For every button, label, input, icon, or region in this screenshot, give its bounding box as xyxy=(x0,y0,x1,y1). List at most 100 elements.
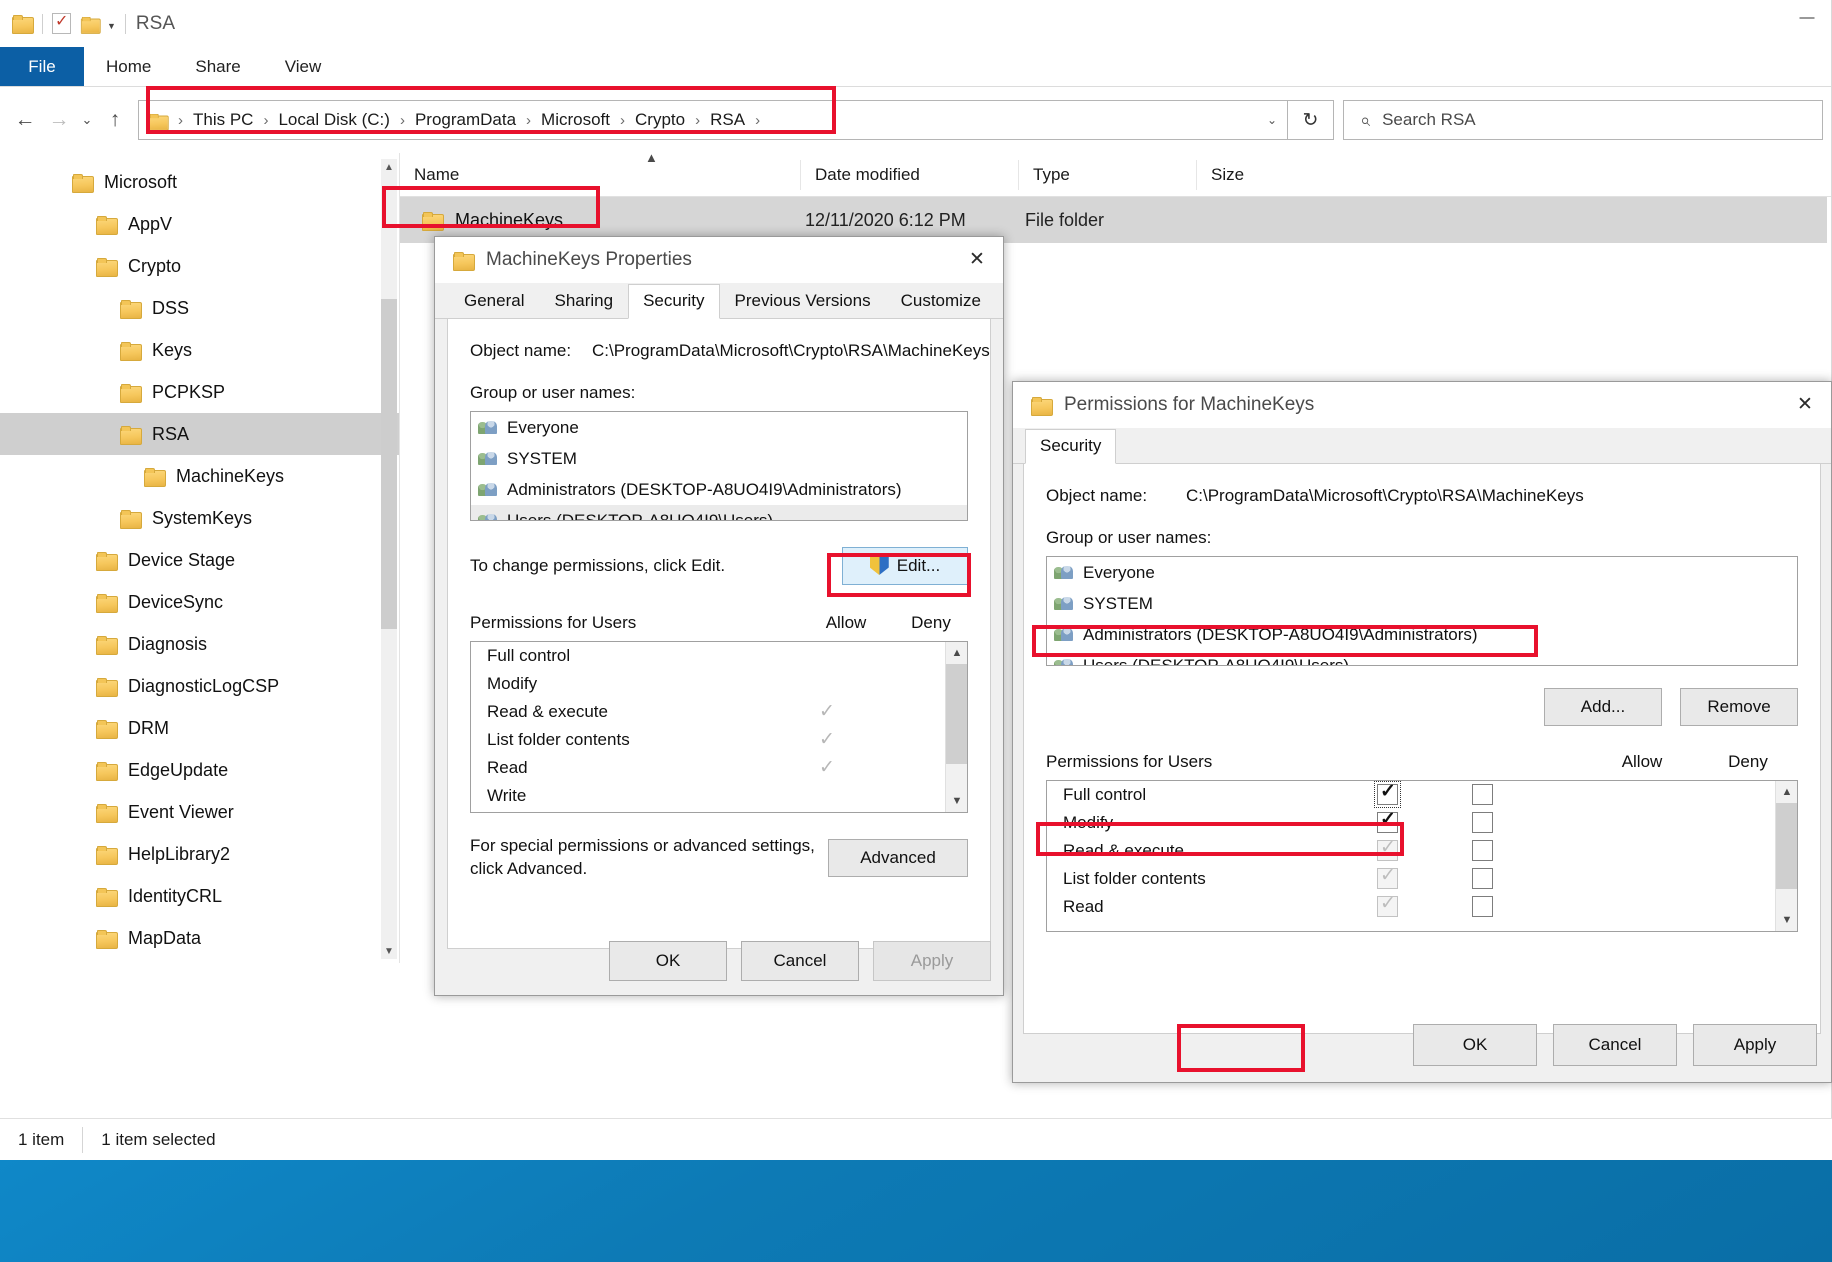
column-size[interactable]: Size xyxy=(1196,159,1322,190)
deny-checkbox[interactable] xyxy=(1472,812,1493,833)
properties-checklist-icon[interactable] xyxy=(52,11,71,34)
ok-button[interactable]: OK xyxy=(609,941,727,981)
sidebar-item-dss[interactable]: DSS xyxy=(0,287,399,329)
sidebar-item-devicesync[interactable]: DeviceSync xyxy=(0,581,399,623)
minimize-button[interactable]: — xyxy=(1783,0,1831,34)
breadcrumb-crypto[interactable]: Crypto xyxy=(631,110,689,130)
refresh-button[interactable]: ↻ xyxy=(1288,100,1334,140)
breadcrumb-rsa[interactable]: RSA xyxy=(706,110,749,130)
back-arrow-icon[interactable]: ← xyxy=(8,103,42,137)
sidebar-item-helplibrary2[interactable]: HelpLibrary2 xyxy=(0,833,399,875)
sidebar-item-drm[interactable]: DRM xyxy=(0,707,399,749)
tab-security[interactable]: Security xyxy=(1025,429,1117,464)
deny-checkbox[interactable] xyxy=(1472,868,1493,889)
advanced-button[interactable]: Advanced xyxy=(828,838,968,877)
sidebar-item-microsoft[interactable]: Microsoft xyxy=(0,161,399,203)
nav-pane-scrollbar[interactable]: ▲ ▼ xyxy=(381,159,397,959)
sidebar-item-appv[interactable]: AppV xyxy=(0,203,399,245)
tab-security[interactable]: Security xyxy=(628,284,720,319)
up-arrow-icon[interactable]: ↑ xyxy=(98,103,132,137)
tab-previous-versions[interactable]: Previous Versions xyxy=(720,284,886,319)
allow-checkbox[interactable] xyxy=(1374,781,1401,808)
list-item[interactable]: SYSTEM xyxy=(1047,588,1797,619)
permissions-dialog-ok-button[interactable]: OK xyxy=(1413,1024,1537,1066)
new-folder-icon[interactable] xyxy=(80,16,101,34)
list-item[interactable]: Administrators (DESKTOP-A8UO4I9\Administ… xyxy=(471,474,967,505)
tab-file[interactable]: File xyxy=(0,47,84,86)
chevron-down-icon[interactable]: ⌄ xyxy=(1267,113,1277,127)
breadcrumb-microsoft[interactable]: Microsoft xyxy=(537,110,614,130)
sidebar-item-systemkeys[interactable]: SystemKeys xyxy=(0,497,399,539)
edit-button[interactable]: Edit... xyxy=(842,547,968,585)
chevron-down-icon[interactable]: ▼ xyxy=(946,790,967,812)
apply-button[interactable]: Apply xyxy=(1693,1024,1817,1066)
breadcrumb-this-pc[interactable]: This PC xyxy=(189,110,257,130)
sidebar-item-mf[interactable]: MF xyxy=(0,959,399,963)
tab-share[interactable]: Share xyxy=(173,47,262,86)
allow-checkbox[interactable] xyxy=(1377,808,1398,833)
forward-arrow-icon[interactable]: → xyxy=(42,103,76,137)
breadcrumb-programdata[interactable]: ProgramData xyxy=(411,110,520,130)
properties-group-list[interactable]: Everyone SYSTEM Administrators (DESKTOP-… xyxy=(470,411,968,521)
column-type[interactable]: Type xyxy=(1018,159,1196,190)
add-button[interactable]: Add... xyxy=(1544,688,1662,726)
scrollbar-thumb[interactable] xyxy=(381,299,397,629)
list-item[interactable]: SYSTEM xyxy=(471,443,967,474)
deny-checkbox[interactable] xyxy=(1472,784,1493,805)
allow-checkbox[interactable] xyxy=(1377,864,1398,889)
tab-home[interactable]: Home xyxy=(84,47,173,86)
close-icon[interactable]: ✕ xyxy=(1779,382,1831,426)
sidebar-item-device-stage[interactable]: Device Stage xyxy=(0,539,399,581)
column-name[interactable]: Name xyxy=(400,160,800,190)
allow-checkbox[interactable] xyxy=(1377,836,1398,861)
sidebar-item-keys[interactable]: Keys xyxy=(0,329,399,371)
list-item[interactable]: Everyone xyxy=(471,412,967,443)
tab-view[interactable]: View xyxy=(263,47,344,86)
breadcrumb-local-disk[interactable]: Local Disk (C:) xyxy=(274,110,393,130)
chevron-down-icon[interactable]: ▼ xyxy=(1776,909,1797,931)
chevron-up-icon[interactable]: ▲ xyxy=(1776,781,1797,803)
permissions-dialog-permissions-list[interactable]: Full control Modify Read & execute List fol… xyxy=(1046,780,1798,932)
tab-sharing[interactable]: Sharing xyxy=(539,284,628,319)
sidebar-item-event-viewer[interactable]: Event Viewer xyxy=(0,791,399,833)
search-input[interactable]: ⌕ Search RSA xyxy=(1343,100,1823,140)
cancel-button[interactable]: Cancel xyxy=(741,941,859,981)
scrollbar-thumb[interactable] xyxy=(946,664,967,764)
recent-locations-icon[interactable]: ⌄ xyxy=(76,103,98,137)
close-icon[interactable]: ✕ xyxy=(951,237,1003,281)
permissions-scrollbar[interactable]: ▲ ▼ xyxy=(945,642,967,812)
sidebar-item-diagnosis[interactable]: Diagnosis xyxy=(0,623,399,665)
sidebar-item-rsa[interactable]: RSA xyxy=(0,413,399,455)
sidebar-item-label: SystemKeys xyxy=(152,507,253,528)
sidebar-item-crypto[interactable]: Crypto xyxy=(0,245,399,287)
permissions-scrollbar[interactable]: ▲ ▼ xyxy=(1775,781,1797,931)
list-item[interactable]: Administrators (DESKTOP-A8UO4I9\Administ… xyxy=(1047,619,1797,650)
sidebar-item-machinekeys[interactable]: MachineKeys xyxy=(0,455,399,497)
sidebar-item-diagnosticlogcsp[interactable]: DiagnosticLogCSP xyxy=(0,665,399,707)
permissions-dialog-users-entry[interactable]: Users (DESKTOP-A8UO4I9\Users) xyxy=(1047,650,1797,665)
remove-button[interactable]: Remove xyxy=(1680,688,1798,726)
sidebar-item-pcpksp[interactable]: PCPKSP xyxy=(0,371,399,413)
cancel-button[interactable]: Cancel xyxy=(1553,1024,1677,1066)
allow-checkbox[interactable] xyxy=(1377,892,1398,917)
properties-dialog-buttons: OK Cancel Apply xyxy=(609,941,991,981)
chevron-up-icon[interactable]: ▲ xyxy=(381,159,397,175)
sidebar-item-identitycrl[interactable]: IdentityCRL xyxy=(0,875,399,917)
chevron-up-icon[interactable]: ▲ xyxy=(946,642,967,664)
scrollbar-thumb[interactable] xyxy=(1776,803,1797,889)
sidebar-item-mapdata[interactable]: MapData xyxy=(0,917,399,959)
address-bar-path[interactable]: › This PC › Local Disk (C:) › ProgramDat… xyxy=(138,100,1288,140)
tab-customize[interactable]: Customize xyxy=(886,284,996,319)
list-item[interactable]: Users (DESKTOP-A8UO4I9\Users) xyxy=(471,505,967,520)
sidebar-item-edgeupdate[interactable]: EdgeUpdate xyxy=(0,749,399,791)
deny-checkbox[interactable] xyxy=(1472,840,1493,861)
tab-general[interactable]: General xyxy=(449,284,539,319)
permissions-group-list[interactable]: Everyone SYSTEM Administrators (DESKTOP-… xyxy=(1046,556,1798,666)
deny-checkbox[interactable] xyxy=(1472,896,1493,917)
folder-icon[interactable] xyxy=(12,15,34,34)
chevron-down-icon[interactable]: ▼ xyxy=(107,21,116,31)
list-item[interactable]: Everyone xyxy=(1047,557,1797,588)
column-date-modified[interactable]: Date modified xyxy=(800,159,1018,190)
properties-permissions-list[interactable]: Full control Modify Read & execute ✓ List fo… xyxy=(470,641,968,813)
chevron-down-icon[interactable]: ▼ xyxy=(381,943,397,959)
